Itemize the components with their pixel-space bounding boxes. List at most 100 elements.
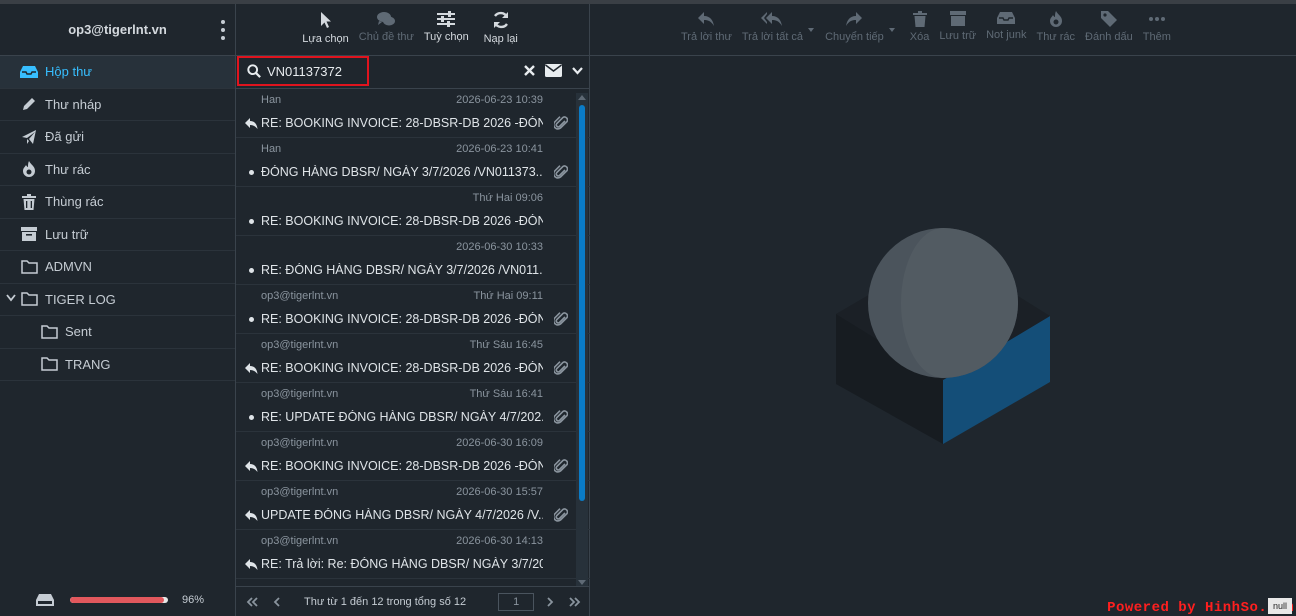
message-row[interactable]: op3@tigerlnt.vn Thứ Sáu 16:45 RE: BOOKING … xyxy=(236,334,590,383)
fire-icon xyxy=(20,160,38,178)
message-row[interactable]: op3@tigerlnt.vn 2026-06-30 16:09 RE: BOOKI… xyxy=(236,432,590,481)
folder-admvn[interactable]: ADMVN xyxy=(0,251,235,284)
folder-trash[interactable]: Thùng rác xyxy=(0,186,235,219)
folder-tiger-log-sent[interactable]: Sent xyxy=(0,316,235,349)
message-subject: RE: BOOKING INVOICE: 28-DBSR-DB 2026 -ĐÓ… xyxy=(261,361,543,375)
more-icon xyxy=(1148,17,1165,21)
prev-page-icon[interactable] xyxy=(264,596,288,607)
not-junk-label: Not junk xyxy=(986,29,1027,41)
message-date: 2026-06-30 15:57 xyxy=(456,486,543,498)
more-button[interactable]: Thêm xyxy=(1143,4,1171,55)
message-sender: op3@tigerlnt.vn xyxy=(261,290,339,302)
scroll-up-icon[interactable] xyxy=(578,95,586,100)
chevron-down-icon[interactable] xyxy=(6,293,20,305)
forward-icon xyxy=(846,12,863,26)
last-page-icon[interactable] xyxy=(562,596,586,607)
search-input[interactable] xyxy=(267,63,367,79)
folder-junk[interactable]: Thư rác xyxy=(0,154,235,186)
folder-sidebar: op3@tigerlnt.vn Hộp thư Thư nháp Đã gửi xyxy=(0,4,236,616)
message-date: 2026-06-30 14:13 xyxy=(456,535,543,547)
chevron-down-icon[interactable] xyxy=(572,66,583,75)
mark-label: Đánh dấu xyxy=(1085,31,1133,43)
scrollbar-thumb[interactable] xyxy=(579,105,585,501)
quota-fill xyxy=(70,597,165,603)
refresh-icon xyxy=(493,11,508,29)
account-header: op3@tigerlnt.vn xyxy=(0,4,235,56)
message-list-scrollbar[interactable] xyxy=(576,93,588,587)
refresh-button[interactable]: Nạp lại xyxy=(479,4,523,55)
message-preview-panel: Trả lời thư Trả lời tất cả Chuyển tiếp X… xyxy=(590,4,1296,616)
tag-icon xyxy=(1100,11,1117,27)
message-list-panel: Lựa chọn Chủ đề thư Tuỳ chọn Nạp lại Han… xyxy=(236,4,590,616)
junk-button[interactable]: Thư rác xyxy=(1036,4,1075,55)
reply-button[interactable]: Trả lời thư xyxy=(681,4,732,55)
account-menu-icon[interactable] xyxy=(217,20,229,40)
unread-dot-icon xyxy=(244,214,258,228)
junk-label: Thư rác xyxy=(1036,31,1076,43)
not-junk-button[interactable]: Not junk xyxy=(986,4,1026,55)
drive-icon xyxy=(36,594,54,606)
reply-all-dropdown-icon[interactable] xyxy=(808,28,815,32)
options-button[interactable]: Tuỳ chọn xyxy=(424,4,469,55)
message-sender: op3@tigerlnt.vn xyxy=(261,535,339,547)
watermark-text: Powered by HinhSo.com xyxy=(1107,600,1294,616)
archive-button[interactable]: Lưu trữ xyxy=(939,4,976,55)
scroll-down-icon[interactable] xyxy=(578,580,586,585)
reply-label: Trả lời thư xyxy=(681,31,732,43)
folder-tiger-log-trang[interactable]: TRANG xyxy=(0,349,235,381)
paperclip-icon xyxy=(552,409,569,430)
folder-drafts[interactable]: Thư nháp xyxy=(0,89,235,121)
folder-list: Hộp thư Thư nháp Đã gửi Thư rác Thùng rá… xyxy=(0,56,235,381)
message-subject: RE: BOOKING INVOICE: 28-DBSR-DB 2026 -ĐÓ… xyxy=(261,459,543,473)
select-button[interactable]: Lựa chọn xyxy=(302,4,349,55)
archive-label: Lưu trữ xyxy=(939,30,977,42)
reply-all-button[interactable]: Trả lời tất cả xyxy=(741,4,815,55)
message-row[interactable]: op3@tigerlnt.vn 2026-06-30 15:57 UPDATE ĐÓ… xyxy=(236,481,590,530)
folder-tiger-log[interactable]: TIGER LOG xyxy=(0,284,235,316)
folder-inbox[interactable]: Hộp thư xyxy=(0,56,235,89)
envelope-icon[interactable] xyxy=(545,64,562,77)
replied-icon xyxy=(244,459,258,473)
message-toolbar: Trả lời thư Trả lời tất cả Chuyển tiếp X… xyxy=(590,4,1296,56)
reply-all-icon xyxy=(761,12,783,26)
message-row[interactable]: op3@tigerlnt.vn 2026-06-30 14:13 RE: Trả l… xyxy=(236,530,590,579)
pagination: Thư từ 1 đến 12 trong tổng số 12 xyxy=(236,586,590,616)
message-row[interactable]: Thứ Hai 09:06 RE: BOOKING INVOICE: 28-DBS… xyxy=(236,187,590,236)
message-row[interactable]: op3@tigerlnt.vn Thứ Hai 09:11 RE: BOOKING … xyxy=(236,285,590,334)
replied-icon xyxy=(244,116,258,130)
folder-label: Thùng rác xyxy=(45,194,104,210)
folder-label: ADMVN xyxy=(45,259,92,275)
message-row[interactable]: Han 2026-06-23 10:41 ĐÓNG HÀNG DBSR/ NGÀY … xyxy=(236,138,590,187)
forward-button[interactable]: Chuyển tiếp xyxy=(825,4,895,55)
message-sender: op3@tigerlnt.vn xyxy=(261,339,339,351)
message-date: 2026-06-30 16:09 xyxy=(456,437,543,449)
clear-search-icon[interactable] xyxy=(524,65,535,76)
folder-label: TRANG xyxy=(65,356,111,372)
threads-button[interactable]: Chủ đề thư xyxy=(359,4,414,55)
reply-all-label: Trả lời tất cả xyxy=(741,31,804,43)
folder-icon xyxy=(20,258,38,276)
search-icon[interactable] xyxy=(247,63,261,79)
message-subject: RE: BOOKING INVOICE: 28-DBSR-DB 2026 -ĐÓ… xyxy=(261,214,543,228)
message-row[interactable]: op3@tigerlnt.vn Thứ Sáu 16:41 RE: UPDATE Đ… xyxy=(236,383,590,432)
folder-archive[interactable]: Lưu trữ xyxy=(0,219,235,251)
folder-sent[interactable]: Đã gửi xyxy=(0,121,235,154)
mark-button[interactable]: Đánh dấu xyxy=(1085,4,1133,55)
paperclip-icon xyxy=(552,311,569,332)
paperclip-icon xyxy=(552,115,569,136)
replied-icon xyxy=(244,508,258,522)
forward-dropdown-icon[interactable] xyxy=(888,28,895,32)
list-toolbar: Lựa chọn Chủ đề thư Tuỳ chọn Nạp lại xyxy=(236,4,589,56)
options-label: Tuỳ chọn xyxy=(423,31,469,43)
message-sender: op3@tigerlnt.vn xyxy=(261,437,339,449)
page-number-input[interactable] xyxy=(498,592,535,611)
first-page-icon[interactable] xyxy=(240,596,264,607)
message-row[interactable]: Han 2026-06-23 10:39 RE: BOOKING INVOICE: … xyxy=(236,89,590,138)
message-row[interactable]: 2026-06-30 10:33 RE: ĐÓNG HÀNG DBSR/ NGÀY… xyxy=(236,236,590,285)
forward-label: Chuyển tiếp xyxy=(825,31,884,43)
delete-button[interactable]: Xóa xyxy=(910,4,929,55)
next-page-icon[interactable] xyxy=(538,596,562,607)
message-subject: RE: BOOKING INVOICE: 28-DBSR-DB 2026 -ĐÓ… xyxy=(261,116,543,130)
message-subject: RE: BOOKING INVOICE: 28-DBSR-DB 2026 -ĐÓ… xyxy=(261,312,543,326)
folder-label: Lưu trữ xyxy=(45,226,89,242)
